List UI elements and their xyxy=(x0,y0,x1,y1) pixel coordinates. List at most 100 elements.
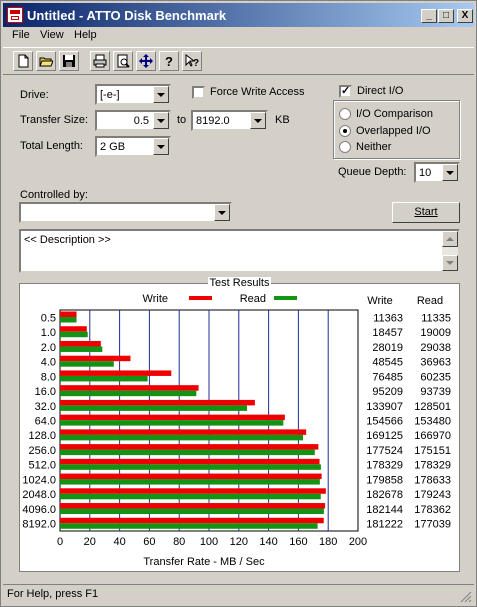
neither-radio[interactable] xyxy=(339,141,351,153)
description-text: << Description >> xyxy=(24,234,111,246)
toolbar: ? ? xyxy=(3,47,474,75)
overlapped-io-label: Overlapped I/O xyxy=(356,125,431,137)
write-bar xyxy=(60,458,320,465)
write-bar xyxy=(60,473,322,480)
context-help-button[interactable]: ? xyxy=(182,51,202,71)
description-scrollbar[interactable] xyxy=(442,231,458,271)
write-value: 181222 xyxy=(366,519,403,531)
write-value: 169125 xyxy=(366,430,403,442)
y-tick-label: 64.0 xyxy=(35,416,56,428)
read-bar xyxy=(60,390,197,397)
controlled-by-label: Controlled by: xyxy=(20,189,88,201)
resize-grip-icon[interactable] xyxy=(460,591,472,603)
y-tick-label: 4096.0 xyxy=(22,504,56,516)
read-bar xyxy=(60,523,318,529)
app-icon[interactable] xyxy=(7,7,23,23)
print-icon xyxy=(93,54,107,68)
transfer-unit-label: KB xyxy=(275,114,290,126)
read-value: 93739 xyxy=(420,386,451,398)
window-title: Untitled - ATTO Disk Benchmark xyxy=(27,8,227,23)
transfer-to-select[interactable]: 8192.0 xyxy=(191,110,268,131)
y-tick-label: 512.0 xyxy=(28,460,56,472)
transfer-to-dropdown-button[interactable] xyxy=(250,112,266,129)
print-button[interactable] xyxy=(90,51,110,71)
read-bar xyxy=(60,331,88,338)
force-write-label: Force Write Access xyxy=(210,86,305,98)
controlled-by-dropdown-button[interactable] xyxy=(214,204,230,221)
write-bar xyxy=(60,326,87,332)
scroll-up-arrow-icon[interactable] xyxy=(442,231,458,247)
y-tick-label: 16.0 xyxy=(35,386,56,398)
transfer-to-label: to xyxy=(177,114,187,126)
read-bar xyxy=(60,405,247,411)
x-tick-label: 140 xyxy=(259,536,277,548)
total-length-select[interactable]: 2 GB xyxy=(95,136,171,157)
write-value: 133907 xyxy=(366,401,403,413)
total-length-dropdown-button[interactable] xyxy=(153,138,169,155)
io-comparison-radio[interactable] xyxy=(339,108,351,120)
queue-depth-select[interactable]: 10 xyxy=(414,162,460,183)
read-bar xyxy=(60,361,114,367)
y-tick-label: 4.0 xyxy=(41,357,56,369)
write-value: 28019 xyxy=(372,342,403,354)
move-button[interactable] xyxy=(136,51,156,71)
transfer-from-dropdown-button[interactable] xyxy=(153,112,169,129)
read-bar xyxy=(60,479,320,485)
start-button[interactable]: Start xyxy=(392,202,460,223)
read-bar xyxy=(60,449,315,456)
write-bar xyxy=(60,399,255,406)
queue-depth-value: 10 xyxy=(419,167,432,179)
write-value: 182678 xyxy=(366,489,403,501)
write-value: 154566 xyxy=(366,416,403,428)
menu-file[interactable]: File xyxy=(12,29,30,41)
read-value: 36963 xyxy=(420,357,451,369)
svg-text:?: ? xyxy=(165,54,173,68)
maximize-button[interactable]: □ xyxy=(438,9,454,23)
x-tick-label: 160 xyxy=(289,536,307,548)
read-value: 128501 xyxy=(414,401,451,413)
read-value: 178633 xyxy=(414,474,451,486)
write-value: 11363 xyxy=(373,312,403,324)
read-value: 29038 xyxy=(420,342,451,354)
read-bar xyxy=(60,493,321,500)
write-bar xyxy=(60,370,172,376)
legend-write-label: Write xyxy=(143,293,168,305)
controlled-by-select[interactable] xyxy=(19,202,232,223)
direct-io-checkbox[interactable] xyxy=(339,84,352,98)
legend-read-swatch xyxy=(274,296,297,300)
write-bar xyxy=(60,503,326,509)
context-help-icon: ? xyxy=(185,54,199,68)
menu-view[interactable]: View xyxy=(40,29,64,41)
read-bar xyxy=(60,508,324,515)
force-write-checkbox[interactable] xyxy=(192,86,205,99)
scroll-down-arrow-icon[interactable] xyxy=(442,255,458,271)
help-button[interactable]: ? xyxy=(159,51,179,71)
transfer-size-label: Transfer Size: xyxy=(20,114,89,126)
print-preview-button[interactable] xyxy=(113,51,133,71)
io-comparison-label: I/O Comparison xyxy=(356,108,434,120)
read-bar xyxy=(60,346,103,352)
queue-depth-dropdown-button[interactable] xyxy=(442,164,458,181)
status-text: For Help, press F1 xyxy=(7,588,99,600)
drive-select[interactable]: [-e-] xyxy=(95,84,171,105)
y-tick-label: 1024.0 xyxy=(22,474,56,486)
overlapped-io-radio[interactable] xyxy=(339,125,351,137)
write-value: 95209 xyxy=(372,386,403,398)
read-value: 153480 xyxy=(414,416,451,428)
description-box[interactable]: << Description >> xyxy=(19,229,460,273)
title-bar[interactable]: Untitled - ATTO Disk Benchmark _ □ X xyxy=(3,3,474,27)
menu-help[interactable]: Help xyxy=(74,29,97,41)
write-bar xyxy=(60,311,77,317)
write-value: 179858 xyxy=(366,474,403,486)
close-button[interactable]: X xyxy=(457,9,473,23)
y-tick-label: 8192.0 xyxy=(22,519,56,531)
drive-dropdown-button[interactable] xyxy=(153,86,169,103)
transfer-from-select[interactable]: 0.5 xyxy=(95,110,171,131)
minimize-button[interactable]: _ xyxy=(421,9,437,23)
x-tick-label: 180 xyxy=(319,536,337,548)
new-button[interactable] xyxy=(13,51,33,71)
read-value: 177039 xyxy=(414,519,451,531)
save-button[interactable] xyxy=(59,51,79,71)
read-value: 178362 xyxy=(414,504,451,516)
open-button[interactable] xyxy=(36,51,56,71)
